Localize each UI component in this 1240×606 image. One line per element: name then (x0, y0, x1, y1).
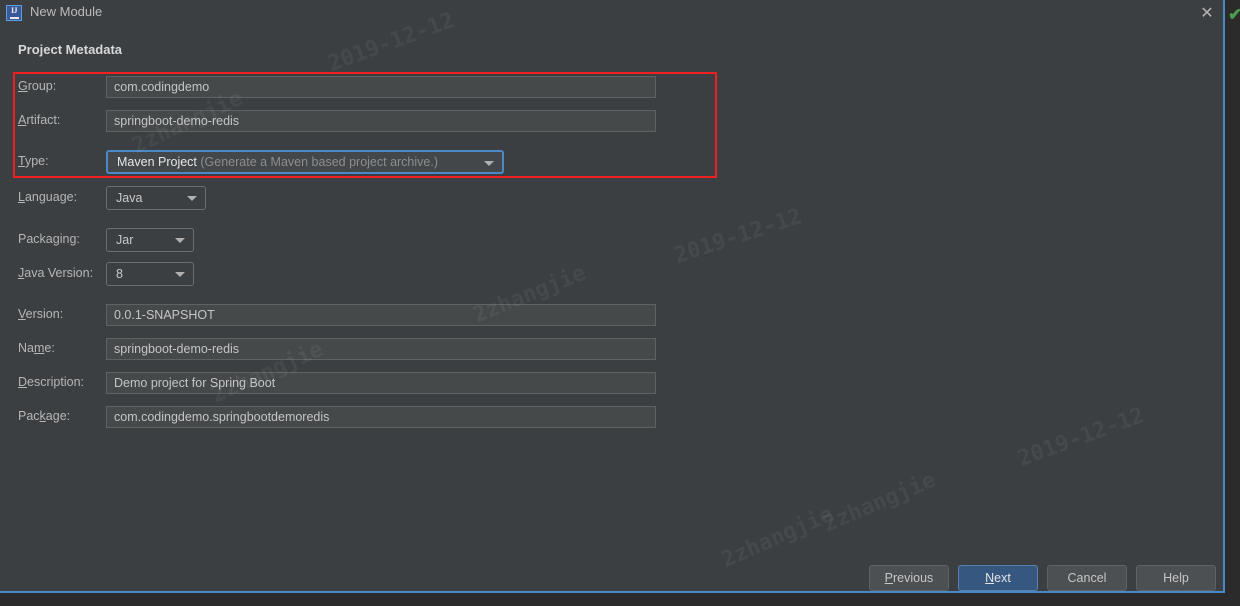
watermark-text: 2019-12-12 (1014, 403, 1148, 472)
intellij-idea-icon: IJ (6, 5, 22, 21)
status-check-icon: ✔ (1228, 5, 1240, 24)
cancel-button[interactable]: Cancel (1047, 565, 1127, 591)
watermark-text: 2019-12-12 (671, 204, 806, 269)
label-artifact: Artifact: (18, 113, 61, 127)
input-version[interactable] (106, 304, 656, 326)
label-language: Language: (18, 190, 78, 204)
input-artifact[interactable] (106, 110, 656, 132)
dropdown-value-packaging: Jar (116, 233, 134, 247)
dropdown-type[interactable]: Maven Project (Generate a Maven based pr… (106, 150, 504, 174)
help-button[interactable]: Help (1136, 565, 1216, 591)
label-group: Group: (18, 79, 57, 93)
chevron-down-icon (175, 272, 185, 277)
input-project-name[interactable] (106, 338, 656, 360)
page-title: Project Metadata (18, 42, 123, 57)
label-description: Description: (18, 375, 85, 389)
dialog-title-bar: IJ New Module ✕ (0, 0, 1223, 27)
label-version: Version: (18, 307, 64, 321)
label-packaging: Packaging: (18, 232, 80, 246)
label-project-name: Name: (18, 341, 55, 355)
previous-button[interactable]: Previous (869, 565, 949, 591)
label-java-version: Java Version: (18, 266, 94, 280)
input-description[interactable] (106, 372, 656, 394)
watermark-text: 2zhangjie (819, 467, 940, 538)
dropdown-value-type: Maven Project (117, 155, 197, 169)
dropdown-value-java-version: 8 (116, 267, 123, 281)
close-icon[interactable]: ✕ (1196, 3, 1218, 25)
input-package[interactable] (106, 406, 656, 428)
next-button[interactable]: Next (958, 565, 1038, 591)
dropdown-packaging[interactable]: Jar (106, 228, 194, 252)
label-type: Type: (18, 154, 49, 168)
dropdown-language[interactable]: Java (106, 186, 206, 210)
dropdown-value-language: Java (116, 191, 143, 205)
chevron-down-icon (175, 238, 185, 243)
watermark-text: 2zhangjie (718, 501, 838, 574)
input-group[interactable] (106, 76, 656, 98)
dropdown-java-version[interactable]: 8 (106, 262, 194, 286)
chevron-down-icon (187, 196, 197, 201)
dialog-title: New Module (30, 4, 103, 19)
new-module-dialog: IJ New Module ✕ Project Metadata Group: A… (0, 0, 1225, 593)
chevron-down-icon (484, 161, 494, 166)
dropdown-hint-type: (Generate a Maven based project archive.… (196, 155, 439, 169)
label-package: Package: (18, 409, 71, 423)
